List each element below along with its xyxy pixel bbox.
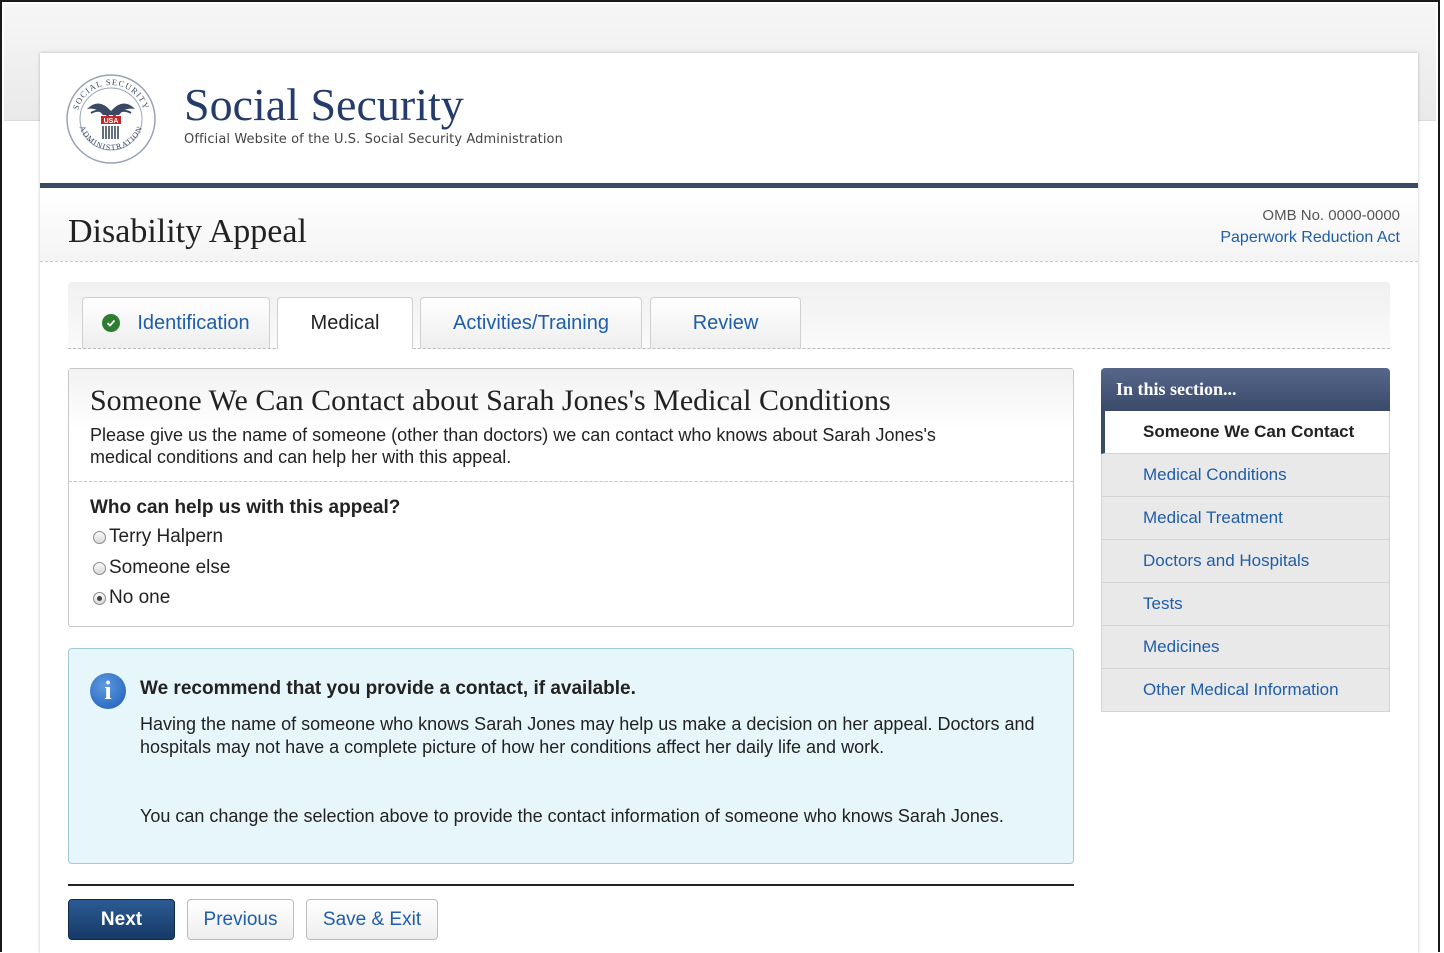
site-subtitle: Official Website of the U.S. Social Secu… [184, 132, 563, 147]
tab-label: Medical [310, 312, 380, 334]
section-tabs: Identification Medical Activities/Traini… [68, 282, 1390, 349]
ssa-seal-logo[interactable]: SOCIAL SECURITY ADMINISTRATION USA [65, 73, 157, 165]
sidebar-item-someone-we-can-contact[interactable]: Someone We Can Contact [1101, 411, 1390, 454]
option-label: No one [109, 587, 171, 608]
svg-text:USA: USA [104, 118, 119, 125]
radio-button-selected[interactable] [93, 591, 106, 605]
page-title: Disability Appeal [68, 213, 307, 250]
radio-button[interactable] [93, 561, 106, 575]
checkmark-icon [102, 314, 121, 332]
paperwork-reduction-act-link[interactable]: Paperwork Reduction Act [1220, 229, 1400, 247]
sidebar-item-tests[interactable]: Tests [1101, 583, 1390, 626]
tab-review[interactable]: Review [650, 297, 801, 348]
next-button[interactable]: Next [68, 899, 175, 940]
page-titlebar: Disability Appeal OMB No. 0000-0000 Pape… [40, 188, 1418, 262]
info-title: We recommend that you provide a contact,… [140, 678, 636, 699]
sidebar-item-other-medical-information[interactable]: Other Medical Information [1101, 669, 1390, 712]
card-title: Someone We Can Contact about Sarah Jones… [90, 384, 891, 417]
radio-button[interactable] [93, 530, 106, 544]
option-no-one[interactable]: No one [93, 587, 170, 609]
sidebar-item-doctors-and-hospitals[interactable]: Doctors and Hospitals [1101, 540, 1390, 583]
sidebar-heading: In this section... [1101, 368, 1390, 411]
contact-question-card: Someone We Can Contact about Sarah Jones… [68, 368, 1074, 627]
question-label: Who can help us with this appeal? [90, 497, 401, 518]
section-sidebar: In this section... Someone We Can Contac… [1101, 368, 1390, 712]
tab-label: Review [692, 311, 759, 334]
site-title[interactable]: Social Security [184, 79, 464, 131]
tab-medical[interactable]: Medical [277, 297, 413, 349]
recommendation-info-box: i We recommend that you provide a contac… [68, 648, 1074, 864]
tab-activities-training[interactable]: Activities/Training [420, 297, 642, 348]
sidebar-item-medicines[interactable]: Medicines [1101, 626, 1390, 669]
tab-label: Activities/Training [453, 311, 609, 334]
tab-label: Identification [137, 311, 250, 334]
omb-number: OMB No. 0000-0000 [1262, 207, 1400, 224]
save-exit-button[interactable]: Save & Exit [306, 899, 438, 940]
previous-button[interactable]: Previous [187, 899, 294, 940]
tab-identification[interactable]: Identification [82, 297, 270, 348]
sidebar-item-medical-treatment[interactable]: Medical Treatment [1101, 497, 1390, 540]
option-terry-halpern[interactable]: Terry Halpern [93, 526, 223, 548]
info-icon: i [90, 673, 126, 709]
option-someone-else[interactable]: Someone else [93, 557, 230, 579]
info-paragraph: Having the name of someone who knows Sar… [140, 714, 1035, 757]
card-description: Please give us the name of someone (othe… [90, 425, 936, 467]
option-label: Someone else [109, 557, 231, 578]
card-header: Someone We Can Contact about Sarah Jones… [69, 369, 1073, 482]
form-divider [68, 884, 1074, 886]
page-container: SOCIAL SECURITY ADMINISTRATION USA Socia… [40, 53, 1418, 953]
option-label: Terry Halpern [109, 526, 224, 547]
sidebar-item-medical-conditions[interactable]: Medical Conditions [1101, 454, 1390, 497]
info-paragraph: You can change the selection above to pr… [140, 806, 1004, 826]
site-header: SOCIAL SECURITY ADMINISTRATION USA Socia… [40, 53, 1418, 183]
